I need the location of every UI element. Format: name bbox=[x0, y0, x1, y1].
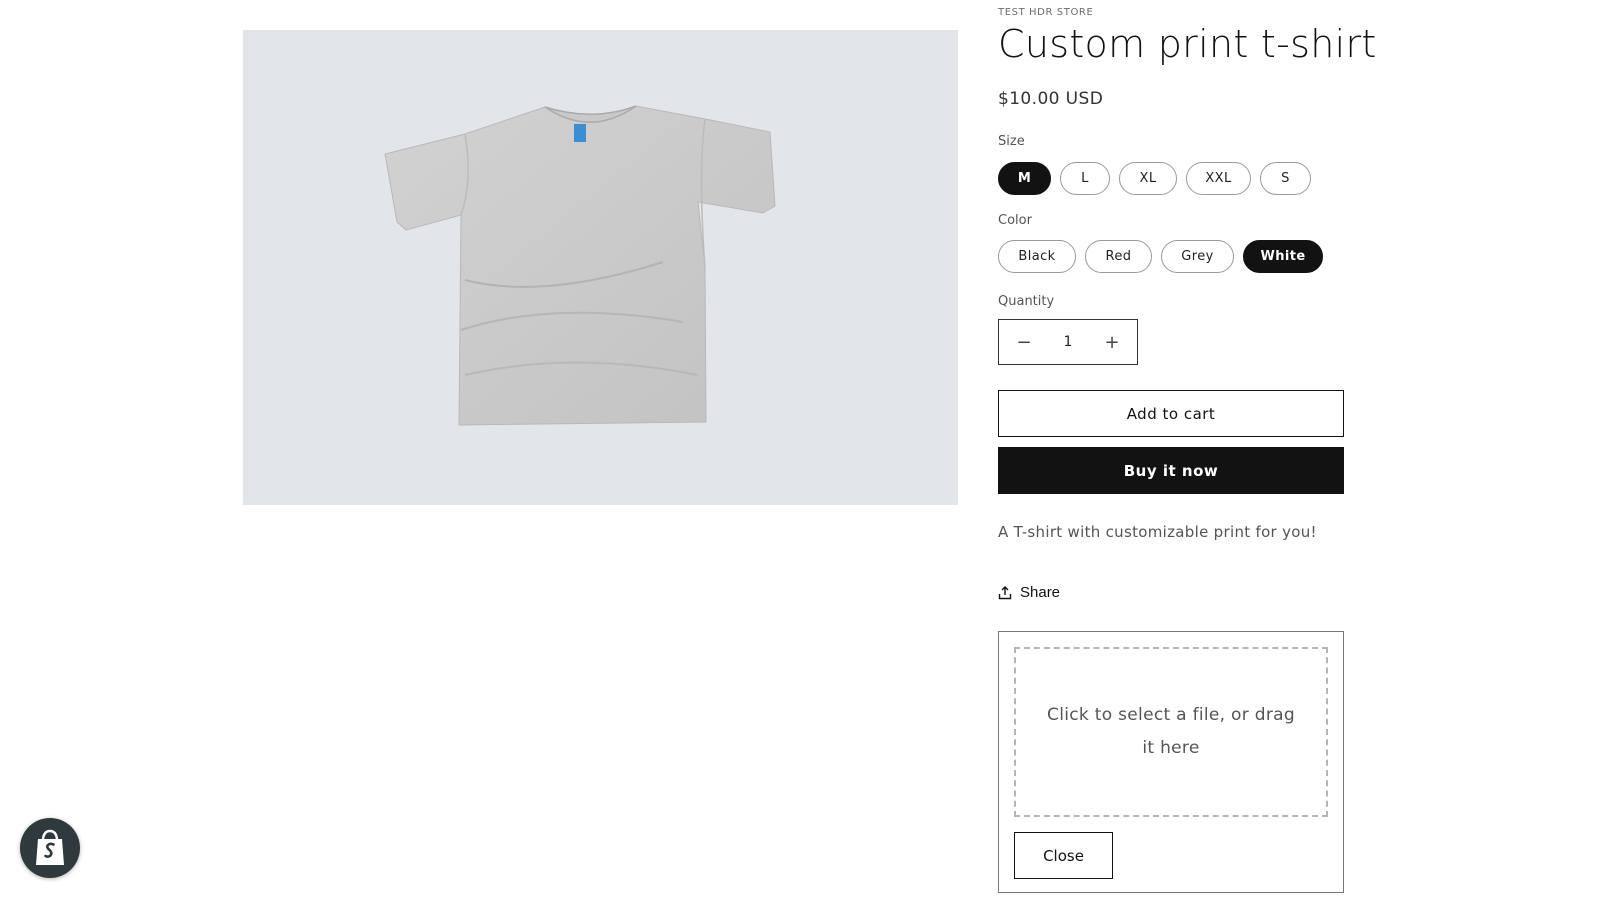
file-dropzone[interactable]: Click to select a file, or drag it here bbox=[1014, 647, 1328, 817]
buy-now-button[interactable]: Buy it now bbox=[998, 447, 1344, 494]
color-label: Color bbox=[998, 213, 1032, 228]
add-to-cart-button[interactable]: Add to cart bbox=[998, 390, 1344, 437]
size-option-xl[interactable]: XL bbox=[1119, 162, 1177, 195]
tshirt-image bbox=[384, 105, 776, 426]
shopify-badge[interactable] bbox=[20, 818, 80, 878]
file-upload-panel: Click to select a file, or drag it here … bbox=[998, 631, 1344, 893]
size-label: Size bbox=[998, 134, 1025, 149]
color-option-black[interactable]: Black bbox=[998, 240, 1076, 273]
product-price: $10.00 USD bbox=[998, 89, 1104, 109]
size-option-l[interactable]: L bbox=[1060, 162, 1110, 195]
size-option-s[interactable]: S bbox=[1260, 162, 1311, 195]
share-label: Share bbox=[1020, 584, 1061, 601]
vendor-name: TEST HDR STORE bbox=[998, 7, 1094, 18]
shopify-bag-icon bbox=[36, 829, 64, 865]
product-page: TEST HDR STORE Custom print t-shirt $10.… bbox=[0, 0, 1600, 900]
quantity-increase-button[interactable]: + bbox=[1104, 332, 1120, 353]
size-option-m[interactable]: M bbox=[998, 162, 1051, 195]
close-button[interactable]: Close bbox=[1014, 832, 1113, 879]
share-button[interactable]: Share bbox=[998, 584, 1060, 601]
quantity-decrease-button[interactable]: − bbox=[1016, 332, 1032, 353]
color-option-grey[interactable]: Grey bbox=[1161, 240, 1234, 273]
quantity-stepper: − 1 + bbox=[998, 319, 1138, 365]
quantity-label: Quantity bbox=[998, 294, 1055, 309]
quantity-input[interactable]: 1 bbox=[1064, 334, 1073, 350]
product-description: A T-shirt with customizable print for yo… bbox=[998, 523, 1317, 541]
product-image[interactable] bbox=[243, 30, 958, 505]
size-options: M L XL XXL S bbox=[998, 162, 1311, 195]
size-option-xxl[interactable]: XXL bbox=[1186, 162, 1251, 195]
color-option-white[interactable]: White bbox=[1243, 240, 1323, 273]
product-title: Custom print t-shirt bbox=[998, 22, 1377, 66]
share-icon bbox=[998, 585, 1012, 599]
color-option-red[interactable]: Red bbox=[1085, 240, 1152, 273]
color-options: Black Red Grey White bbox=[998, 240, 1323, 273]
